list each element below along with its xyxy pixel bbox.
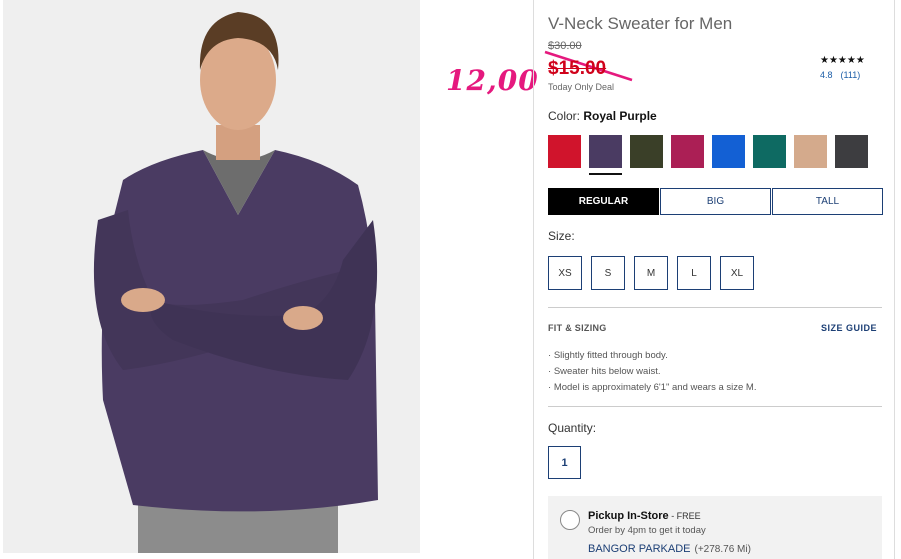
size-xs-button[interactable]: XS	[548, 256, 582, 290]
original-price: $30.00	[548, 40, 582, 52]
swatch-blue[interactable]	[712, 135, 745, 168]
size-m-button[interactable]: M	[634, 256, 668, 290]
sale-price: $15.00	[548, 58, 607, 79]
swatch-red[interactable]	[548, 135, 581, 168]
size-l-button[interactable]: L	[677, 256, 711, 290]
product-detail-panel: V-Neck Sweater for Men $30.00 $15.00 Tod…	[533, 0, 895, 559]
tab-regular[interactable]: REGULAR	[548, 188, 659, 215]
fit-sizing-heading: FIT & SIZING	[548, 323, 607, 333]
pickup-subtitle: Order by 4pm to get it today	[588, 525, 706, 536]
size-guide-link[interactable]: SIZE GUIDE	[821, 323, 877, 333]
fit-details-list: Slightly fitted through body. Sweater hi…	[548, 348, 757, 396]
list-item: Model is approximately 6'1" and wears a …	[548, 380, 757, 396]
product-photo	[3, 0, 420, 553]
swatch-camel[interactable]	[794, 135, 827, 168]
store-distance: (+278.76 Mi)	[694, 544, 751, 555]
product-title: V-Neck Sweater for Men	[548, 14, 733, 33]
pickup-title-text: Pickup In-Store	[588, 510, 669, 522]
color-swatches	[548, 135, 876, 175]
rating-stars-icon: ★★★★★	[820, 55, 865, 66]
handwritten-price-annotation: 12,00	[446, 64, 539, 97]
divider	[548, 307, 882, 308]
pickup-title: Pickup In-Store - FREE	[588, 510, 701, 522]
rating-summary[interactable]: 4.8 (111)	[820, 70, 860, 80]
size-label: Size:	[548, 229, 575, 243]
size-s-button[interactable]: S	[591, 256, 625, 290]
size-xl-button[interactable]: XL	[720, 256, 754, 290]
store-name[interactable]: BANGOR PARKADE	[588, 543, 691, 555]
review-count-link[interactable]: (111)	[841, 70, 861, 80]
list-item: Slightly fitted through body.	[548, 348, 756, 364]
quantity-label: Quantity:	[548, 421, 597, 435]
rating-value: 4.8	[820, 70, 833, 80]
divider	[548, 406, 882, 407]
pickup-in-store-option[interactable]: Pickup In-Store - FREE Order by 4pm to g…	[548, 496, 882, 559]
tab-big[interactable]: BIG	[660, 188, 771, 215]
model-wearing-sweater-image	[3, 0, 420, 553]
pickup-free-label: - FREE	[668, 511, 701, 521]
swatch-royal-purple[interactable]	[589, 135, 622, 175]
color-label: Color: Royal Purple	[548, 109, 657, 123]
selected-color-name: Royal Purple	[583, 109, 657, 123]
list-item: Sweater hits below waist.	[548, 364, 756, 380]
tab-tall[interactable]: TALL	[772, 188, 883, 215]
quantity-select[interactable]: 1	[548, 446, 581, 479]
size-options: XS S M L XL	[548, 256, 763, 290]
swatch-charcoal[interactable]	[835, 135, 868, 168]
swatch-teal[interactable]	[753, 135, 786, 168]
swatch-olive[interactable]	[630, 135, 663, 168]
fit-type-tabs: REGULAR BIG TALL	[548, 188, 883, 215]
store-link[interactable]: BANGOR PARKADE (+278.76 Mi)	[588, 543, 751, 555]
color-label-text: Color:	[548, 109, 581, 123]
pickup-radio[interactable]	[560, 510, 580, 530]
swatch-raspberry[interactable]	[671, 135, 704, 168]
deal-label: Today Only Deal	[548, 82, 615, 92]
